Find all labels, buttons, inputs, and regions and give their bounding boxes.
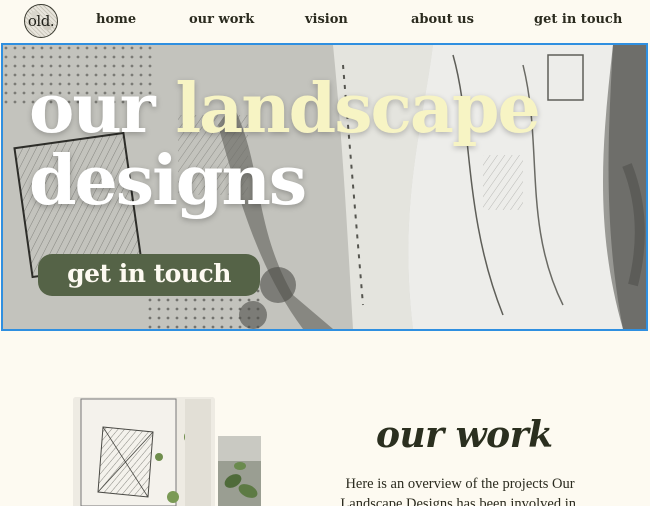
work-sketch-image	[73, 397, 215, 506]
hero-banner: our landscape designs get in touch	[1, 43, 648, 331]
hero-title-word-landscape: landscape	[175, 69, 540, 149]
nav-vision[interactable]: vision	[305, 12, 348, 27]
hero-title-word-designs: designs	[29, 141, 307, 221]
nav-about-us[interactable]: about us	[411, 12, 474, 27]
our-work-description: Here is an overview of the projects Our …	[340, 476, 580, 506]
work-plant-image	[218, 436, 261, 506]
logo-text: old.	[27, 12, 55, 30]
logo[interactable]: old.	[24, 4, 58, 38]
top-nav: old. home our work vision about us get i…	[0, 0, 650, 43]
hero-title-word-our: our	[29, 69, 156, 149]
nav-get-in-touch[interactable]: get in touch	[534, 12, 622, 27]
hero-title: our landscape designs	[29, 73, 541, 217]
nav-our-work[interactable]: our work	[189, 12, 254, 27]
nav-home[interactable]: home	[96, 12, 136, 27]
get-in-touch-button[interactable]: get in touch	[38, 254, 260, 296]
our-work-heading: our work	[376, 414, 553, 456]
